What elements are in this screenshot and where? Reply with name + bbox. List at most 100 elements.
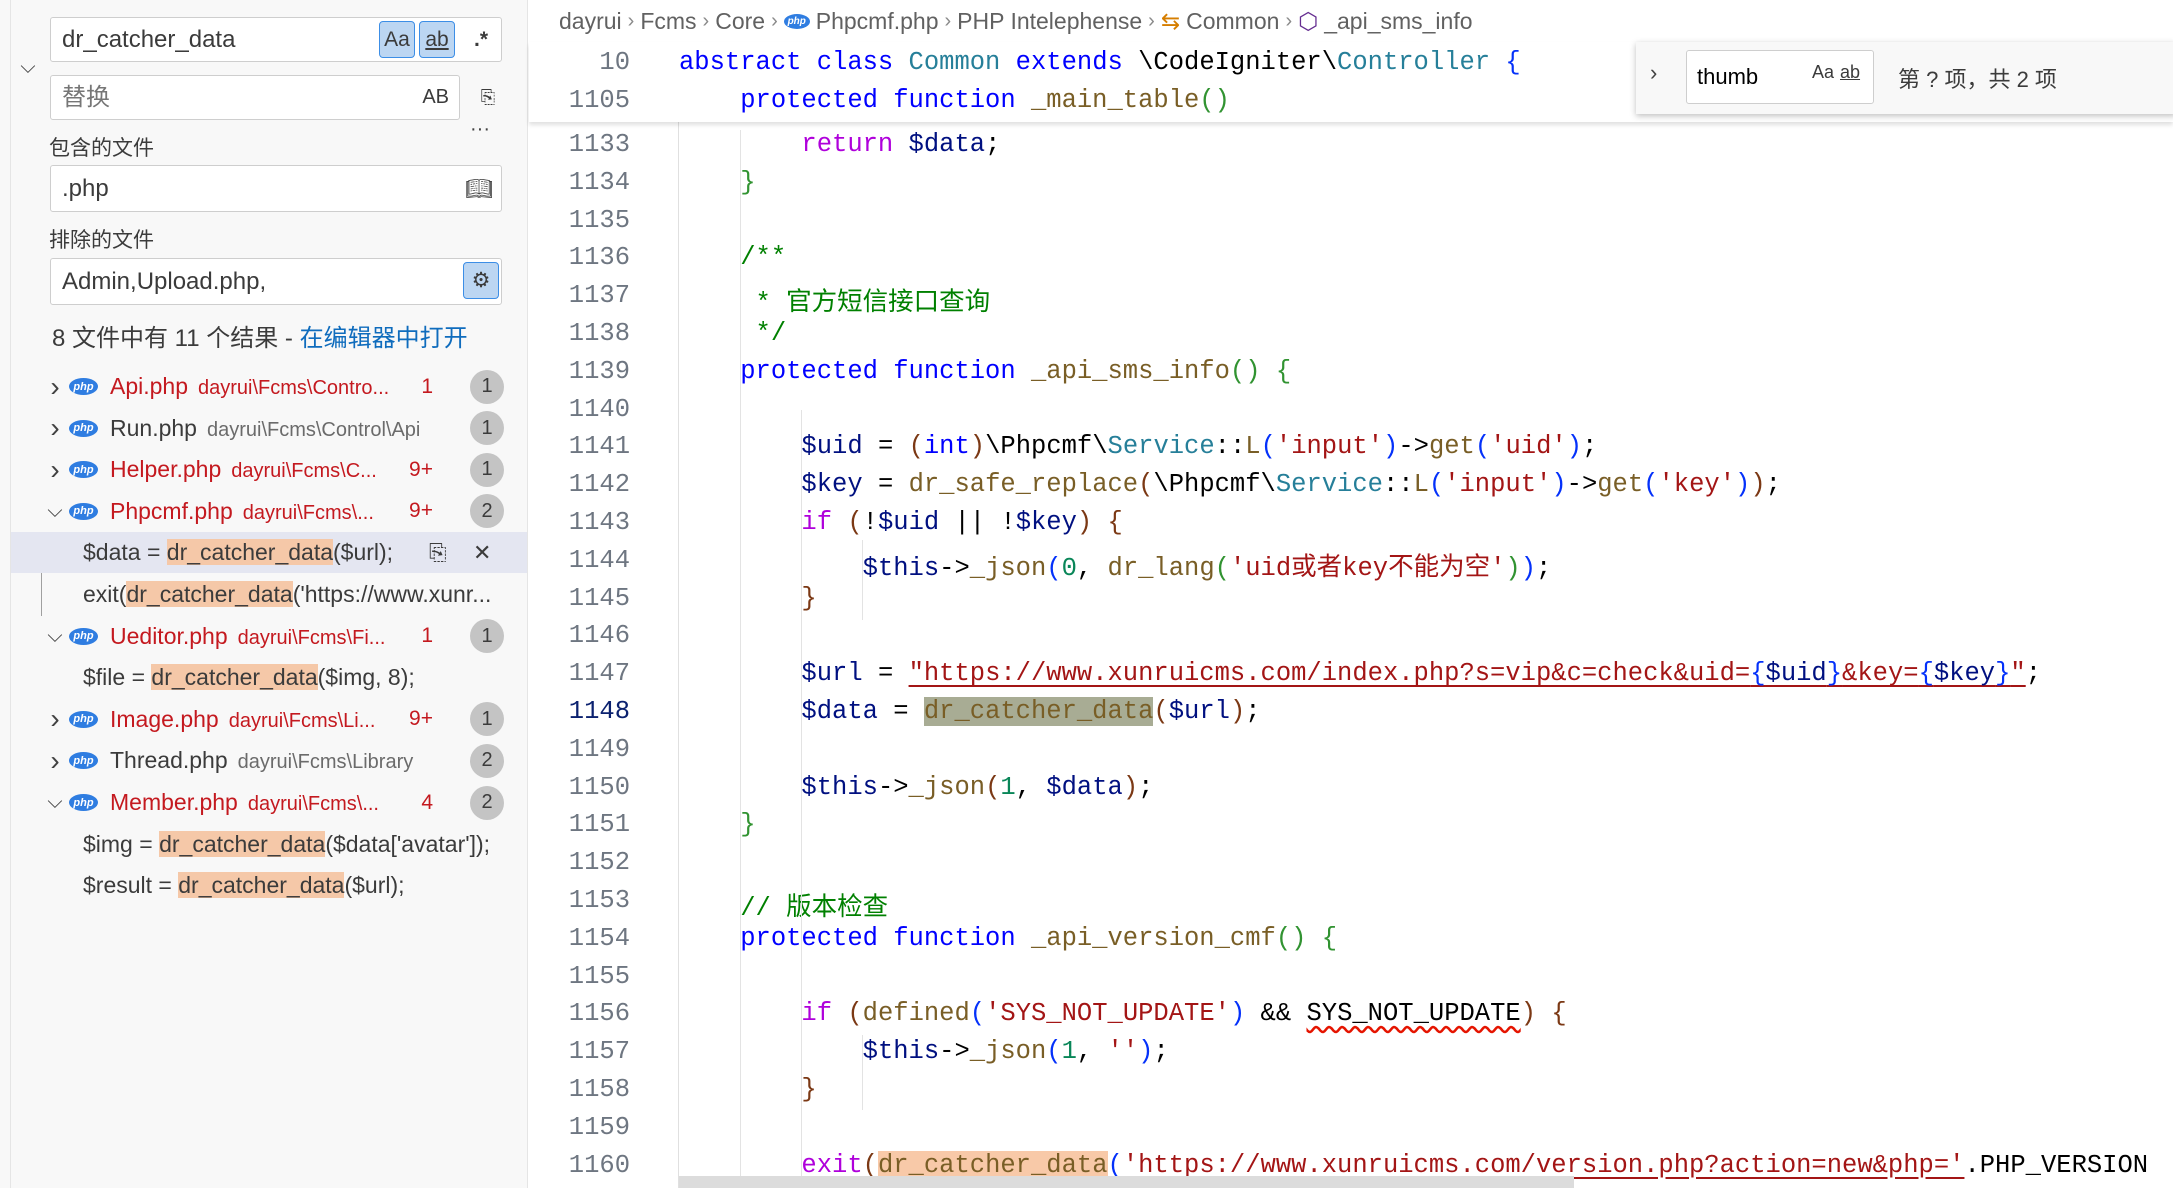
code-token: defined [862,999,970,1029]
code-token: ) [1520,553,1536,583]
match-result-row[interactable]: $img = dr_catcher_data($data['avatar']); [11,824,527,865]
line-number: 1136 [568,243,630,273]
code-token: { [1275,356,1292,386]
code-line[interactable]: $url = "https://www.xunruicms.com/index.… [679,659,2041,688]
code-line[interactable]: * 官方短信接口查询 [679,281,991,318]
code-line[interactable]: $this->_json(1, $data); [679,773,1153,802]
code-token: dr_safe_replace [908,470,1139,500]
file-result-row[interactable]: › php Thread.php dayrui\Fcms\Library 2 [11,740,527,781]
code-token: ) [1383,432,1399,462]
code-line[interactable]: if (!$uid || !$key) { [679,508,1122,537]
match-result-row[interactable]: $file = dr_catcher_data($img, 8); [11,657,527,698]
match-case-toggle[interactable]: Aa [379,21,415,58]
code-line[interactable]: $this->_json(1, ''); [679,1037,1169,1066]
include-input[interactable] [62,174,501,203]
breadcrumb-item[interactable]: Fcms [640,8,696,35]
match-result-row[interactable]: exit(dr_catcher_data('https://www.xunr..… [11,574,527,615]
breadcrumb-item[interactable]: Phpcmf.php [816,8,939,35]
code-line[interactable]: protected function _api_version_cmf() { [679,924,1337,953]
find-whole-word[interactable]: ab [1840,62,1860,83]
code-token: ; [1153,1037,1169,1067]
more-options-icon[interactable]: ··· [470,118,490,141]
code-line[interactable]: } [679,810,755,839]
code-line[interactable]: abstract class Common extends \CodeIgnit… [679,48,1521,77]
replace-input[interactable] [62,83,459,112]
code-token: SYS_NOT_UPDATE [1306,999,1521,1029]
file-result-row[interactable]: › php Helper.php dayrui\Fcms\C... 9+ 1 [11,449,527,490]
code-line[interactable]: protected function _main_table() [679,86,1230,115]
code-line[interactable]: return $data; [679,130,1000,159]
code-line[interactable]: if (defined('SYS_NOT_UPDATE') && SYS_NOT… [679,999,1566,1029]
code-line[interactable]: $this->_json(0, dr_lang('uid或者key不能为空'))… [679,546,1552,583]
code-token: ; [985,130,1001,159]
match-result-row[interactable]: $data = dr_catcher_data($url); ⎘ ✕ [11,532,527,574]
file-result-row[interactable]: › php Image.php dayrui\Fcms\Li... 9+ 1 [11,699,527,740]
breadcrumb-separator-chevron-icon: › [627,10,635,32]
code-token: ( [1046,553,1062,583]
code-token: " [2010,659,2026,689]
chevron-down-icon[interactable]: ⌵ [45,791,65,814]
code-line[interactable]: // 版本检查 [679,886,888,923]
file-name: Image.php dayrui\Fcms\Li... [110,706,375,733]
toggle-replace-chevron-icon[interactable]: ⌵ [18,56,38,79]
replace-all-icon[interactable]: ⎘ [470,79,506,116]
match-result-row[interactable]: $result = dr_catcher_data($url); [11,865,527,906]
code-line[interactable]: $uid = (int)\Phpcmf\Service::L('input')-… [679,432,1597,461]
exclude-input[interactable] [62,267,501,296]
horizontal-scrollbar[interactable] [679,1176,1574,1188]
preserve-case-toggle[interactable]: AB [422,86,449,109]
code-token: } [740,167,756,197]
chevron-right-icon[interactable]: › [45,745,65,777]
file-path: dayrui\Fcms\Fi... [237,626,386,649]
regex-toggle[interactable]: .* [463,21,499,58]
file-result-row[interactable]: ⌵ php Ueditor.php dayrui\Fcms\Fi... 1 1 [11,616,527,657]
code-token: Service [1107,432,1215,462]
open-editors-only-icon[interactable]: 📖︎ [465,176,493,202]
match-text: exit(dr_catcher_data('https://www.xunr..… [83,581,491,608]
find-match-case[interactable]: Aa [1812,62,1834,83]
chevron-right-icon[interactable]: › [45,412,65,444]
problem-count: 4 [421,790,433,814]
breadcrumb-item[interactable]: Core [715,8,765,35]
file-result-row[interactable]: ⌵ php Phpcmf.php dayrui\Fcms\... 9+ 2 [11,491,527,532]
code-token: $uid [877,508,940,537]
match-highlight: dr_catcher_data [178,872,345,899]
code-line[interactable]: } [679,167,756,197]
breadcrumb-item[interactable]: Common [1186,8,1279,35]
code-line[interactable]: /** [679,243,786,272]
code-token: { [1918,659,1934,689]
toggle-replace-chevron-icon[interactable]: › [1650,60,1657,86]
breadcrumb-item[interactable]: _api_sms_info [1324,8,1472,35]
breadcrumb-item[interactable]: dayrui [559,8,622,35]
chevron-right-icon[interactable]: › [45,454,65,486]
chevron-right-icon[interactable]: › [45,371,65,403]
code-line[interactable]: protected function _api_sms_info() { [679,357,1291,386]
use-exclude-settings-gear-icon[interactable]: ⚙ [463,262,499,299]
line-number: 1146 [568,621,630,651]
open-in-editor-link[interactable]: 在编辑器中打开 [300,325,468,352]
file-result-row[interactable]: › php Api.php dayrui\Fcms\Contro... 1 1 [11,366,527,407]
code-line[interactable]: */ [679,319,787,348]
problem-count: 9+ [409,499,433,523]
breadcrumb-item[interactable]: PHP Intelephense [957,8,1142,35]
code-line[interactable]: $data = dr_catcher_data($url); [679,697,1261,726]
file-result-row[interactable]: ⌵ php Member.php dayrui\Fcms\... 4 2 [11,782,527,823]
line-number: 1144 [568,545,630,575]
code-line[interactable]: $key = dr_safe_replace(\Phpcmf\Service::… [679,470,1781,499]
match-count-badge: 1 [470,369,504,404]
line-number: 1139 [568,356,630,386]
code-line[interactable]: } [679,1075,816,1104]
code-token: } [1995,659,2011,689]
replace-match-icon[interactable]: ⎘ [429,540,447,566]
code-line[interactable]: } [679,584,816,613]
include-label: 包含的文件 [49,137,154,160]
chevron-down-icon[interactable]: ⌵ [45,500,65,523]
dismiss-match-close-icon[interactable]: ✕ [473,540,491,566]
file-result-row[interactable]: › php Run.php dayrui\Fcms\Control\Api 1 [11,408,527,449]
chevron-down-icon[interactable]: ⌵ [45,625,65,648]
chevron-right-icon[interactable]: › [45,703,65,735]
code-token: dr_lang [1107,553,1215,583]
code-token: 'uid或者key不能为空' [1229,553,1506,583]
breadcrumb-separator-chevron-icon: › [944,10,952,32]
whole-word-toggle[interactable]: ab [419,21,455,58]
